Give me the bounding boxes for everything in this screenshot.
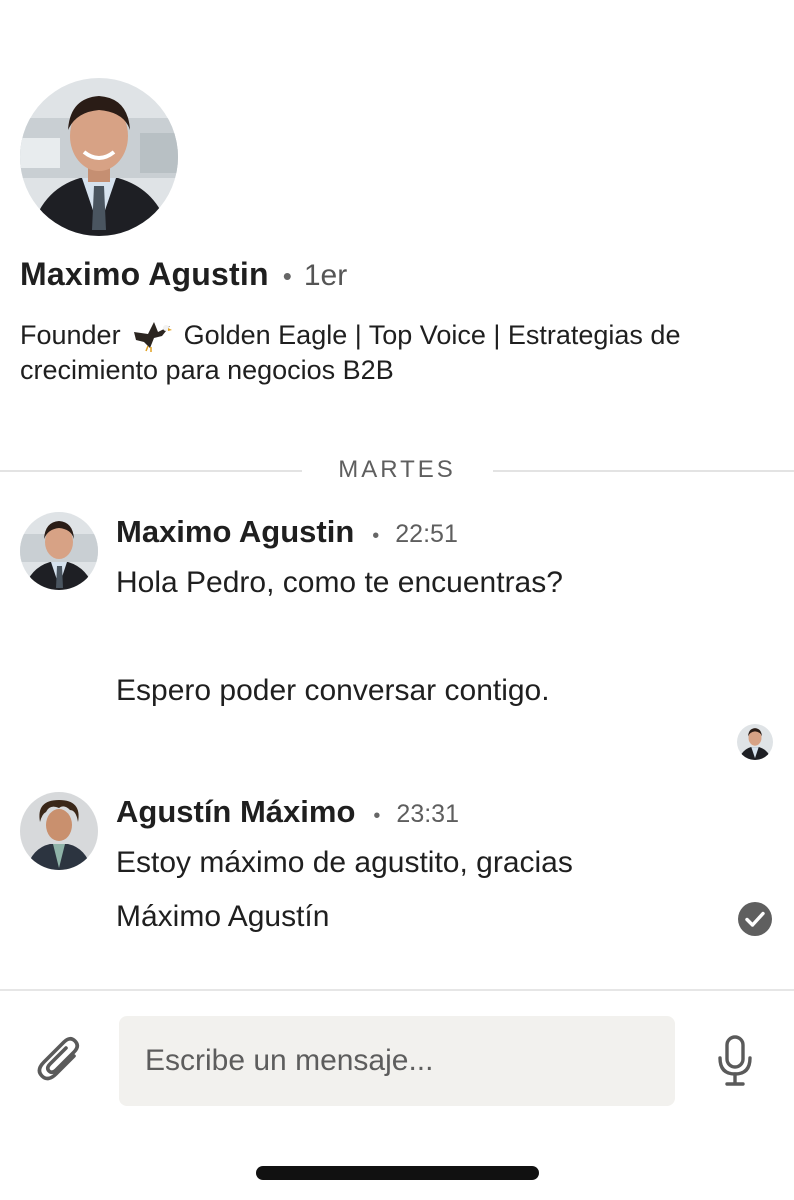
profile-headline: Founder Golden Eagle | Top Voice | Estra…: [20, 318, 780, 388]
separator-dot: •: [282, 261, 292, 291]
seen-receipt-avatar: [737, 724, 773, 760]
message-item: Agustín Máximo • 23:31 Estoy máximo de a…: [0, 786, 794, 946]
message-time: 23:31: [396, 800, 459, 828]
headline-prefix: Founder: [20, 320, 121, 350]
home-indicator[interactable]: [256, 1166, 539, 1180]
connection-degree: 1er: [303, 259, 348, 292]
message-header: Agustín Máximo • 23:31: [116, 794, 459, 830]
profile-name[interactable]: Maximo Agustin: [20, 256, 269, 293]
eagle-icon: [132, 318, 173, 352]
day-divider: MARTES: [0, 452, 794, 488]
message-item: Maximo Agustin • 22:51 Hola Pedro, como …: [0, 506, 794, 736]
message-input[interactable]: [119, 1016, 675, 1106]
sender-name[interactable]: Maximo Agustin: [116, 514, 354, 550]
sender-name[interactable]: Agustín Máximo: [116, 794, 355, 830]
message-time: 22:51: [395, 520, 458, 548]
separator-dot: •: [373, 805, 381, 827]
paperclip-icon[interactable]: [34, 1034, 86, 1086]
message-text: Espero poder conversar contigo.: [116, 674, 550, 707]
message-text: Máximo Agustín: [116, 900, 330, 933]
day-label: MARTES: [338, 456, 456, 483]
message-header: Maximo Agustin • 22:51: [116, 514, 458, 550]
sender-avatar[interactable]: [20, 512, 98, 590]
separator-dot: •: [372, 525, 380, 547]
composer-divider: [0, 989, 794, 991]
profile-avatar[interactable]: [20, 78, 178, 236]
check-circle-icon: [737, 901, 773, 937]
message-text: Estoy máximo de agustito, gracias: [116, 846, 573, 879]
profile-name-row: Maximo Agustin • 1er: [20, 256, 347, 293]
message-text: Hola Pedro, como te encuentras?: [116, 566, 563, 599]
microphone-icon[interactable]: [716, 1034, 754, 1088]
sender-avatar[interactable]: [20, 792, 98, 870]
